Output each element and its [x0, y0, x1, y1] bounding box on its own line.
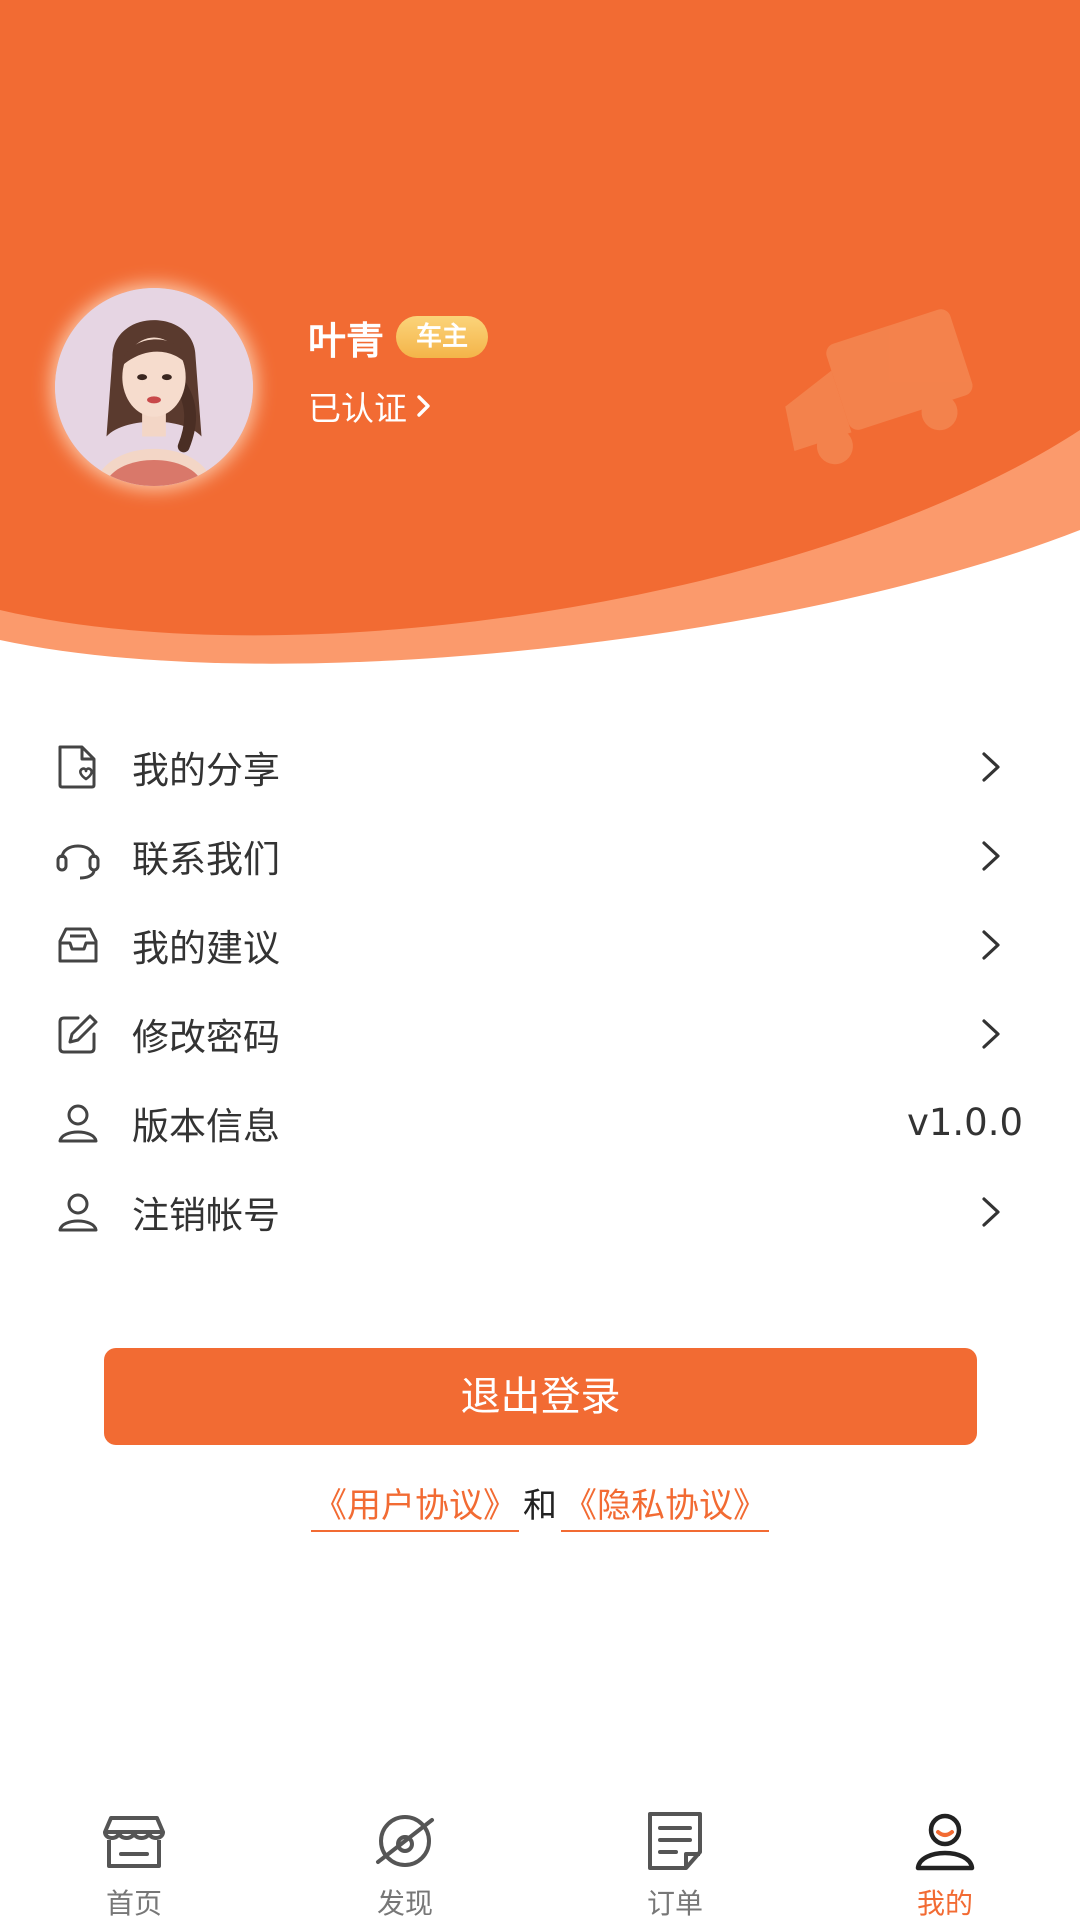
chevron-right-icon — [982, 840, 1000, 871]
tab-label: 首页 — [105, 1887, 162, 1920]
compass-icon — [370, 1810, 440, 1872]
tab-mine[interactable]: 我的 — [860, 1800, 1030, 1920]
agreement-links: 《用户协议》和《隐私协议》 — [0, 1478, 1080, 1532]
truck-icon — [785, 309, 973, 465]
headset-icon — [52, 830, 104, 882]
file-heart-icon — [52, 741, 104, 793]
chevron-right-icon — [982, 1196, 1000, 1227]
menu-label: 我的分享 — [132, 748, 280, 792]
user-name: 叶青 — [308, 318, 385, 363]
user-icon — [52, 1097, 104, 1149]
avatar-portrait — [55, 288, 253, 486]
user-name-row: 叶青 车主 — [308, 312, 489, 363]
tab-label: 发现 — [376, 1887, 433, 1920]
chevron-right-icon — [982, 1018, 1000, 1049]
tab-discover[interactable]: 发现 — [320, 1800, 490, 1920]
tab-label: 我的 — [916, 1887, 973, 1920]
chevron-right-icon — [982, 929, 1000, 960]
inbox-icon — [52, 919, 104, 971]
tab-label: 订单 — [646, 1887, 703, 1920]
menu-label: 版本信息 — [132, 1104, 280, 1148]
user-agreement-link[interactable]: 《用户协议》 — [311, 1486, 519, 1532]
menu-item-version-info[interactable]: 版本信息 v1.0.0 — [0, 1078, 1080, 1167]
menu-label: 注销帐号 — [132, 1193, 280, 1237]
tab-orders[interactable]: 订单 — [590, 1800, 760, 1920]
verify-status-label: 已认证 — [308, 389, 407, 428]
avatar[interactable] — [55, 288, 253, 486]
tab-home[interactable]: 首页 — [49, 1800, 219, 1920]
privacy-agreement-link[interactable]: 《隐私协议》 — [561, 1486, 769, 1532]
user-icon — [910, 1810, 980, 1872]
menu-item-my-suggestions[interactable]: 我的建议 — [0, 900, 1080, 989]
store-icon — [99, 1810, 169, 1872]
menu-item-my-share[interactable]: 我的分享 — [0, 722, 1080, 811]
chevron-right-icon — [982, 751, 1000, 782]
bottom-tab-bar: 首页 发现 订单 我的 — [0, 1800, 1080, 1920]
menu-item-change-password[interactable]: 修改密码 — [0, 989, 1080, 1078]
menu-label: 修改密码 — [132, 1015, 280, 1059]
menu-label: 联系我们 — [132, 837, 280, 881]
user-icon — [52, 1186, 104, 1238]
chevron-right-icon — [417, 395, 430, 417]
verify-status[interactable]: 已认证 — [308, 384, 433, 428]
menu-item-delete-account[interactable]: 注销帐号 — [0, 1167, 1080, 1256]
order-icon — [640, 1810, 710, 1872]
logout-button[interactable]: 退出登录 — [104, 1348, 977, 1445]
menu-item-contact-us[interactable]: 联系我们 — [0, 811, 1080, 900]
edit-icon — [52, 1008, 104, 1060]
version-value: v1.0.0 — [906, 1101, 1023, 1144]
role-badge: 车主 — [396, 316, 489, 358]
profile-header: 叶青 车主 已认证 — [0, 0, 1080, 680]
menu-label: 我的建议 — [132, 926, 280, 970]
agreement-connector: 和 — [523, 1486, 557, 1526]
settings-menu: 我的分享 联系我们 我的建议 修改密码 版本信息 v1.0.0 注销帐号 — [0, 722, 1080, 1256]
